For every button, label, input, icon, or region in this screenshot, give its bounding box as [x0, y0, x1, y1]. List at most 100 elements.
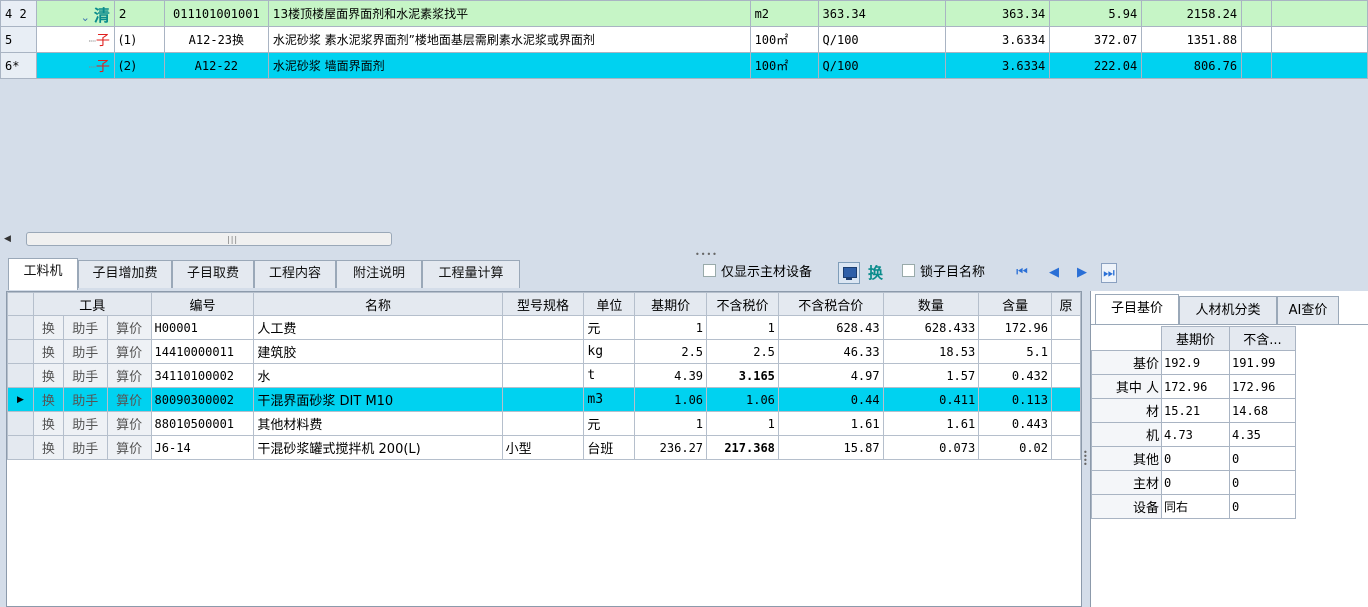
col-header-original[interactable]: 原 [1051, 292, 1081, 316]
base-price-cell[interactable]: 4.39 [634, 363, 708, 388]
unit-cell[interactable]: 100㎡ [749, 52, 819, 79]
checkbox-icon[interactable] [902, 264, 915, 277]
base-price-cell[interactable]: 1 [634, 411, 708, 436]
col-header-name[interactable]: 名称 [253, 292, 503, 316]
tab-quantity-calc[interactable]: 工程量计算 [422, 260, 520, 288]
table-row[interactable]: 4 2 ⌄ 清 2 011101001001 13楼顶楼屋面界面剂和水泥素浆找平 … [0, 0, 1368, 27]
spec-cell[interactable] [501, 363, 585, 388]
content-cell[interactable]: 0.443 [978, 411, 1052, 436]
table-row[interactable]: 换 助手 算价 14410000011 建筑胶 kg 2.5 2.5 46.33… [7, 339, 1081, 364]
col-header-base-price[interactable]: 基期价 [634, 292, 708, 316]
unit-cell[interactable]: m3 [583, 387, 636, 412]
replace-button[interactable]: 换 [32, 315, 64, 340]
lock-name-checkbox[interactable]: 锁子目名称 [902, 264, 985, 282]
calc-price-button[interactable]: 算价 [106, 411, 152, 436]
qty-expr-cell[interactable]: Q/100 [817, 52, 947, 79]
horizontal-scrollbar[interactable]: ◀ ||| [4, 232, 392, 247]
unit-cell[interactable]: 台班 [583, 435, 636, 460]
name-cell[interactable]: 水泥砂浆 素水泥浆界面剂”楼地面基层需刷素水泥浆或界面剂 [267, 26, 751, 53]
tab-surcharge[interactable]: 子目增加费 [78, 260, 172, 288]
content-cell[interactable]: 172.96 [978, 315, 1052, 340]
code-cell[interactable]: 88010500001 [150, 411, 255, 436]
code-cell[interactable]: 34110100002 [150, 363, 255, 388]
assistant-button[interactable]: 助手 [62, 363, 108, 388]
prev-record-icon[interactable]: ◀ [1046, 263, 1062, 283]
code-cell[interactable]: A12-22 [163, 52, 269, 79]
replace-button[interactable]: 换 [868, 262, 883, 283]
checkbox-icon[interactable] [703, 264, 716, 277]
tab-resource-category[interactable]: 人材机分类 [1179, 296, 1277, 324]
col-header-quantity[interactable]: 数量 [882, 292, 980, 316]
col-header-code[interactable]: 编号 [150, 292, 255, 316]
name-cell[interactable]: 水泥砂浆 墙面界面剂 [267, 52, 751, 79]
code-cell[interactable]: 14410000011 [150, 339, 255, 364]
calc-price-button[interactable]: 算价 [106, 435, 152, 460]
name-cell[interactable]: 其他材料费 [253, 411, 503, 436]
next-record-icon[interactable]: ▶ [1074, 263, 1090, 283]
splitter-grip-icon[interactable]: •••• [695, 250, 718, 259]
col-header-unit[interactable]: 单位 [583, 292, 636, 316]
table-row[interactable]: 换 助手 算价 34110100002 水 t 4.39 3.165 4.97 … [7, 363, 1081, 388]
calc-price-button[interactable]: 算价 [106, 363, 152, 388]
base-price-cell[interactable]: 1 [634, 315, 708, 340]
qty-expr-cell[interactable]: Q/100 [817, 26, 947, 53]
chevron-down-icon[interactable]: ⌄ [81, 11, 90, 24]
unit-cell[interactable]: 100㎡ [749, 26, 819, 53]
scroll-left-icon[interactable]: ◀ [4, 234, 16, 245]
replace-button[interactable]: 换 [32, 411, 64, 436]
spec-cell[interactable] [501, 339, 585, 364]
last-record-icon[interactable]: ⏭ [1101, 263, 1117, 283]
base-price-cell[interactable]: 236.27 [634, 435, 708, 460]
code-cell[interactable]: 80090300002 [150, 387, 255, 412]
ex-tax-price-cell[interactable]: 217.368 [706, 435, 779, 460]
tab-fees[interactable]: 子目取费 [172, 260, 254, 288]
col-header-ex-tax-total[interactable]: 不含税合价 [777, 292, 884, 316]
table-row[interactable]: 换 助手 算价 H00001 人工费 元 1 1 628.43 628.433 … [7, 315, 1081, 340]
qty-expr-cell[interactable]: 363.34 [817, 0, 947, 27]
table-row-selected[interactable]: 6* ┈子 (2) A12-22 水泥砂浆 墙面界面剂 100㎡ Q/100 3… [0, 52, 1368, 79]
table-row[interactable]: 5 ┈子 (1) A12-23换 水泥砂浆 素水泥浆界面剂”楼地面基层需刷素水泥… [0, 26, 1368, 53]
assistant-button[interactable]: 助手 [62, 315, 108, 340]
col-header-ex-tax[interactable]: 不含... [1229, 326, 1296, 351]
spec-cell[interactable] [501, 315, 585, 340]
unit-cell[interactable]: 元 [583, 411, 636, 436]
content-cell[interactable]: 0.432 [978, 363, 1052, 388]
current-row-icon[interactable]: ▶ [7, 387, 34, 412]
row-number[interactable]: 5 [0, 26, 37, 53]
code-cell[interactable]: J6-14 [150, 435, 255, 460]
calc-price-button[interactable]: 算价 [106, 387, 152, 412]
tab-ai-price-lookup[interactable]: AI查价 [1277, 296, 1339, 324]
assistant-button[interactable]: 助手 [62, 339, 108, 364]
base-price-cell[interactable]: 2.5 [634, 339, 708, 364]
ex-tax-price-cell[interactable]: 1.06 [706, 387, 779, 412]
replace-button[interactable]: 换 [32, 339, 64, 364]
row-number[interactable]: 4 2 [0, 0, 37, 27]
content-cell[interactable]: 5.1 [978, 339, 1052, 364]
main-material-only-checkbox[interactable]: 仅显示主材设备 [703, 264, 812, 282]
tab-work-content[interactable]: 工程内容 [254, 260, 336, 288]
unit-cell[interactable]: 元 [583, 315, 636, 340]
spec-cell[interactable] [501, 411, 585, 436]
code-cell[interactable]: H00001 [150, 315, 255, 340]
tab-labor-material-machine[interactable]: 工料机 [8, 258, 78, 290]
code-cell[interactable]: 011101001001 [163, 0, 269, 27]
replace-button[interactable]: 换 [32, 363, 64, 388]
name-cell[interactable]: 水 [253, 363, 503, 388]
tab-notes[interactable]: 附注说明 [336, 260, 422, 288]
col-header-content[interactable]: 含量 [978, 292, 1052, 316]
name-cell[interactable]: 干混界面砂浆 DIT M10 [253, 387, 503, 412]
spec-cell[interactable]: 小型 [501, 435, 585, 460]
col-header-spec[interactable]: 型号规格 [501, 292, 585, 316]
unit-cell[interactable]: t [583, 363, 636, 388]
vertical-splitter[interactable]: • • • • [1082, 291, 1090, 607]
base-price-cell[interactable]: 1.06 [634, 387, 708, 412]
col-header-base-price[interactable]: 基期价 [1161, 326, 1230, 351]
col-header-tools[interactable]: 工具 [32, 292, 152, 316]
scrollbar-thumb[interactable]: ||| [26, 232, 392, 246]
first-record-icon[interactable]: ⏮ [1014, 263, 1030, 283]
assistant-button[interactable]: 助手 [62, 387, 108, 412]
content-cell[interactable]: 0.113 [978, 387, 1052, 412]
ex-tax-price-cell[interactable]: 3.165 [706, 363, 779, 388]
table-row[interactable]: 换 助手 算价 88010500001 其他材料费 元 1 1 1.61 1.6… [7, 411, 1081, 436]
item-grid[interactable]: 4 2 ⌄ 清 2 011101001001 13楼顶楼屋面界面剂和水泥素浆找平 … [0, 0, 1368, 232]
